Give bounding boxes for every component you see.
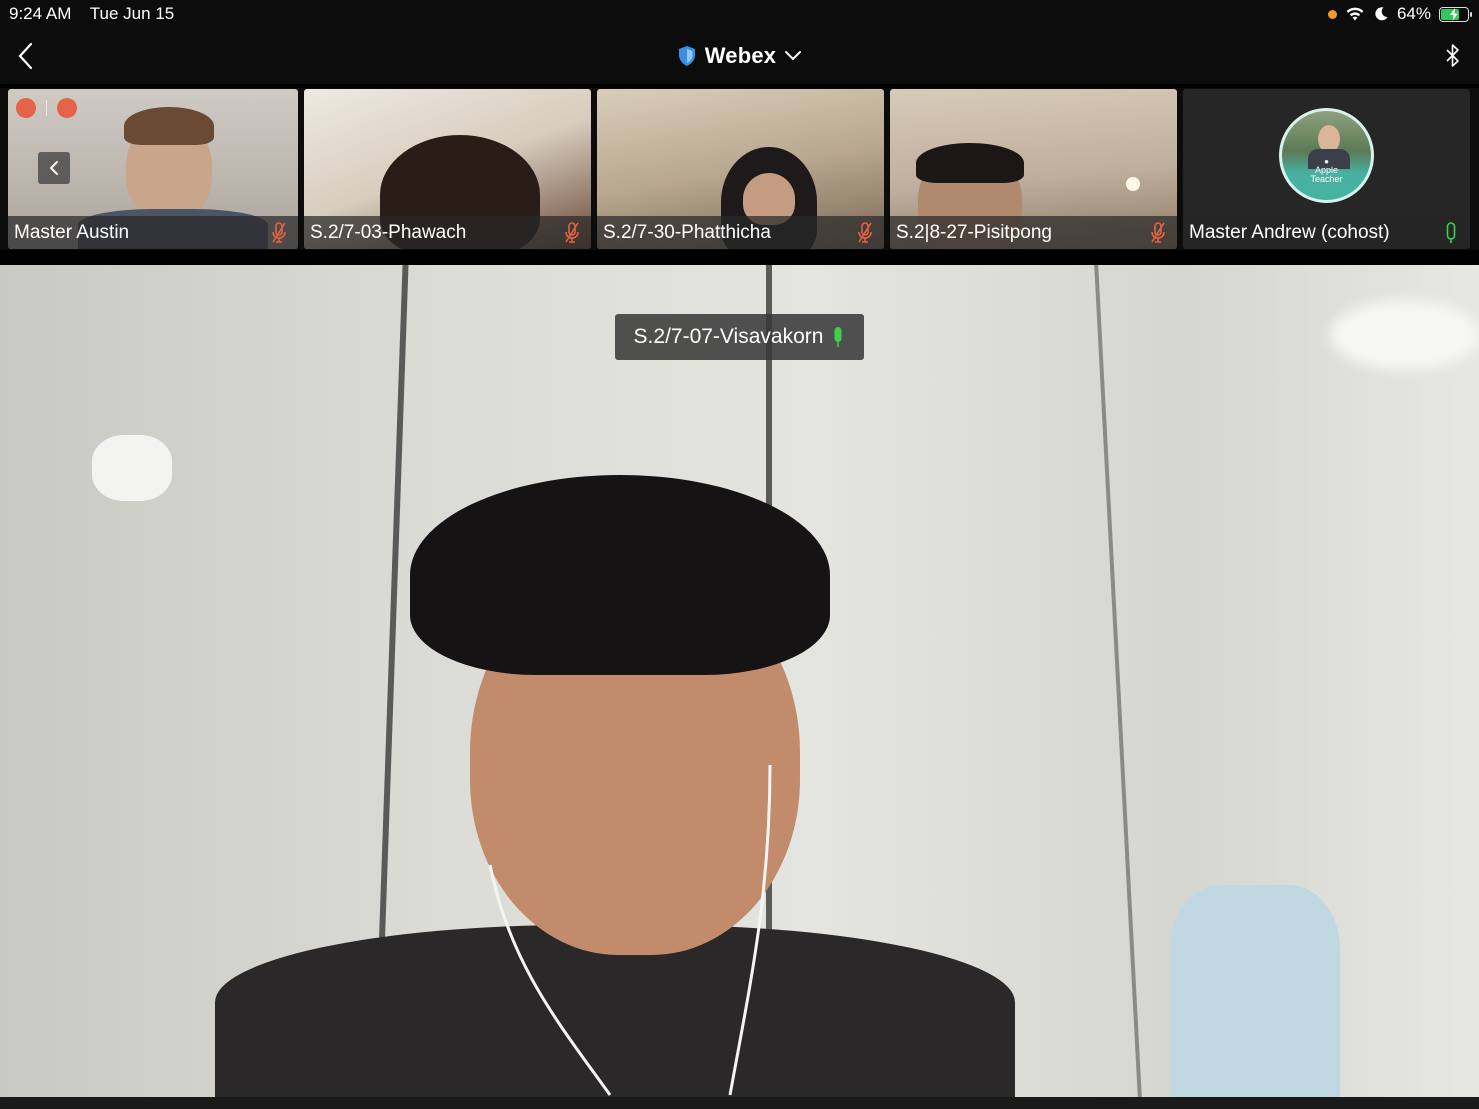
meeting-title: Webex xyxy=(704,43,777,68)
ceiling-light xyxy=(1126,177,1140,191)
participant-tile-phatthicha[interactable]: S.2/7-30-Phatthicha xyxy=(597,89,884,249)
status-left: 9:24 AM Tue Jun 15 xyxy=(9,4,188,24)
meeting-title-dropdown[interactable]: Webex xyxy=(677,43,803,69)
participant-namebar: Master Austin xyxy=(8,216,298,249)
participant-name: S.2|8-27-Pisitpong xyxy=(896,221,1052,243)
orange-dot-indicator xyxy=(1327,9,1337,19)
bluetooth-icon[interactable] xyxy=(1443,40,1463,72)
battery-percent: 64% xyxy=(1396,4,1431,23)
participant-namebar: Master Andrew (cohost) xyxy=(1183,216,1470,249)
back-chevron-icon[interactable] xyxy=(14,40,38,72)
participant-tile-master-austin[interactable]: Master Austin xyxy=(8,89,298,249)
wardrobe-door-edge xyxy=(1094,265,1142,1097)
participant-name: S.2/7-03-Phawach xyxy=(310,221,467,243)
participant-namebar: S.2|8-27-Pisitpong xyxy=(890,216,1177,249)
participant-name: S.2/7-30-Phatthicha xyxy=(603,221,771,243)
participant-name: Master Austin xyxy=(14,221,130,243)
badge-line-2: Teacher xyxy=(1310,174,1343,184)
participant-strip: Master Austin S.2/7-03-Phawach S.2/7-30-… xyxy=(0,88,1479,250)
bottom-edge xyxy=(0,1097,1479,1109)
divider xyxy=(46,100,47,116)
active-mic-icon xyxy=(834,327,842,347)
active-speaker-name: S.2/7-07-Visavakorn xyxy=(633,325,824,348)
muted-mic-icon xyxy=(272,221,286,243)
light-glare xyxy=(1330,300,1479,370)
recording-dot-icon xyxy=(57,98,77,118)
avatar: ● Apple Teacher xyxy=(1279,108,1374,203)
recording-mic-icon xyxy=(16,98,36,118)
moon-icon xyxy=(1375,7,1388,21)
active-speaker-video[interactable] xyxy=(0,265,1479,1097)
muted-mic-icon xyxy=(858,221,872,243)
shield-icon xyxy=(678,46,695,66)
chevron-left-icon xyxy=(49,161,58,175)
participant-hair xyxy=(124,107,214,145)
status-bar: 9:24 AM Tue Jun 15 64% xyxy=(0,0,1479,28)
towel xyxy=(1170,885,1340,1097)
participant-name: Master Andrew (cohost) xyxy=(1189,221,1390,243)
apple-teacher-badge: ● Apple Teacher xyxy=(1282,157,1371,184)
participant-namebar: S.2/7-30-Phatthicha xyxy=(597,216,884,249)
wall-hook xyxy=(92,435,172,501)
muted-mic-icon xyxy=(1151,221,1165,243)
mic-icon xyxy=(1446,221,1456,243)
chevron-down-icon xyxy=(785,51,802,61)
status-time: 9:24 AM xyxy=(9,4,72,23)
recording-indicators xyxy=(16,98,77,118)
participant-tile-pisitpong[interactable]: S.2|8-27-Pisitpong xyxy=(890,89,1177,249)
collapse-strip-button[interactable] xyxy=(38,152,70,184)
participant-namebar: S.2/7-03-Phawach xyxy=(304,216,591,249)
muted-mic-icon xyxy=(565,221,579,243)
active-speaker-label: S.2/7-07-Visavakorn xyxy=(615,314,864,360)
participant-tile-phawach[interactable]: S.2/7-03-Phawach xyxy=(304,89,591,249)
meeting-header: Webex xyxy=(0,28,1479,84)
speaker-hair xyxy=(410,475,830,675)
battery-charging-icon xyxy=(1439,6,1472,22)
status-right: 64% xyxy=(1327,4,1472,24)
participant-tile-master-andrew[interactable]: ● Apple Teacher Master Andrew (cohost) xyxy=(1183,89,1470,249)
status-date: Tue Jun 15 xyxy=(89,4,175,23)
wifi-icon xyxy=(1346,7,1364,21)
earphone-cables xyxy=(488,764,772,1096)
participant-hair xyxy=(916,143,1024,183)
